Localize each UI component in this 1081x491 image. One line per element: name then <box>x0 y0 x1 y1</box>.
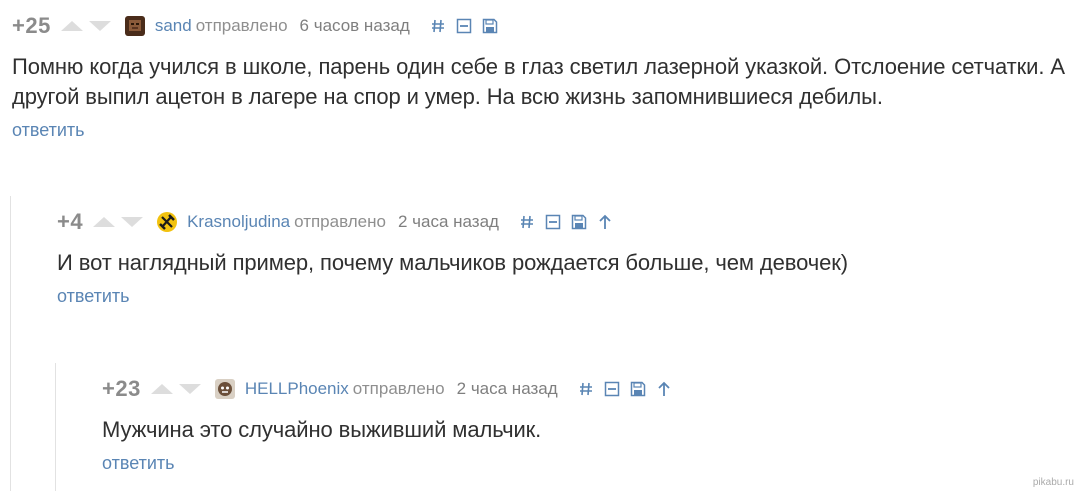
save-icon[interactable] <box>571 214 587 230</box>
comment-time[interactable]: 2 часа назад <box>457 379 558 399</box>
comment-text: Помню когда учился в школе, парень один … <box>12 54 1065 109</box>
comment-actions <box>430 18 498 34</box>
vote-down-icon[interactable] <box>178 384 201 394</box>
vote-controls <box>150 384 201 394</box>
username-link[interactable]: Krasnoljudina <box>187 212 290 232</box>
reply-link[interactable]: ответить <box>12 120 85 141</box>
comment: +23 HELLPhoenix отправлено 2 часа назад <box>102 373 1067 474</box>
username-link[interactable]: sand <box>155 16 192 36</box>
hash-icon[interactable] <box>519 214 535 230</box>
avatar[interactable] <box>157 212 178 232</box>
save-icon[interactable] <box>482 18 498 34</box>
avatar[interactable] <box>124 16 145 36</box>
comment-rating: +23 <box>102 376 141 401</box>
collapse-icon[interactable] <box>456 18 472 34</box>
hash-icon[interactable] <box>430 18 446 34</box>
parent-arrow-icon[interactable] <box>656 381 672 397</box>
comment-header: +4 Krasnoljudina отправлено 2 часа назад <box>57 206 1067 238</box>
vote-down-icon[interactable] <box>88 21 111 31</box>
sent-label: отправлено <box>195 16 288 35</box>
comment-time[interactable]: 6 часов назад <box>300 16 410 36</box>
username-link[interactable]: HELLPhoenix <box>245 379 349 399</box>
thread-line <box>55 363 56 491</box>
reply-link[interactable]: ответить <box>102 453 175 474</box>
parent-arrow-icon[interactable] <box>597 214 613 230</box>
comment-actions <box>578 381 672 397</box>
comment-rating: +25 <box>12 13 51 38</box>
save-icon[interactable] <box>630 381 646 397</box>
comment-header: +25 sand отправлено 6 часов назад <box>12 10 1072 42</box>
hash-icon[interactable] <box>578 381 594 397</box>
sent-label: отправлено <box>352 379 445 398</box>
vote-up-icon[interactable] <box>93 217 116 227</box>
comment-text: Мужчина это случайно выживший мальчик. <box>102 417 542 442</box>
comment-text: И вот наглядный пример, почему мальчиков… <box>57 250 849 275</box>
thread-line <box>10 196 11 491</box>
watermark: pikabu.ru <box>1032 477 1074 488</box>
sent-label: отправлено <box>294 212 386 231</box>
reply-link[interactable]: ответить <box>57 286 130 307</box>
comment-header: +23 HELLPhoenix отправлено 2 часа назад <box>102 373 1067 405</box>
vote-controls <box>93 217 144 227</box>
avatar[interactable] <box>214 379 235 399</box>
comment-time[interactable]: 2 часа назад <box>398 212 499 232</box>
collapse-icon[interactable] <box>604 381 620 397</box>
comment-actions <box>519 214 613 230</box>
comment-rating: +4 <box>57 209 84 234</box>
comment: +4 Krasnoljudina отправлено 2 часа назад <box>57 206 1067 307</box>
vote-up-icon[interactable] <box>60 21 83 31</box>
vote-down-icon[interactable] <box>121 217 144 227</box>
vote-controls <box>60 21 111 31</box>
comment: +25 sand отправлено 6 часов назад Помню … <box>12 10 1072 141</box>
collapse-icon[interactable] <box>545 214 561 230</box>
vote-up-icon[interactable] <box>150 384 173 394</box>
